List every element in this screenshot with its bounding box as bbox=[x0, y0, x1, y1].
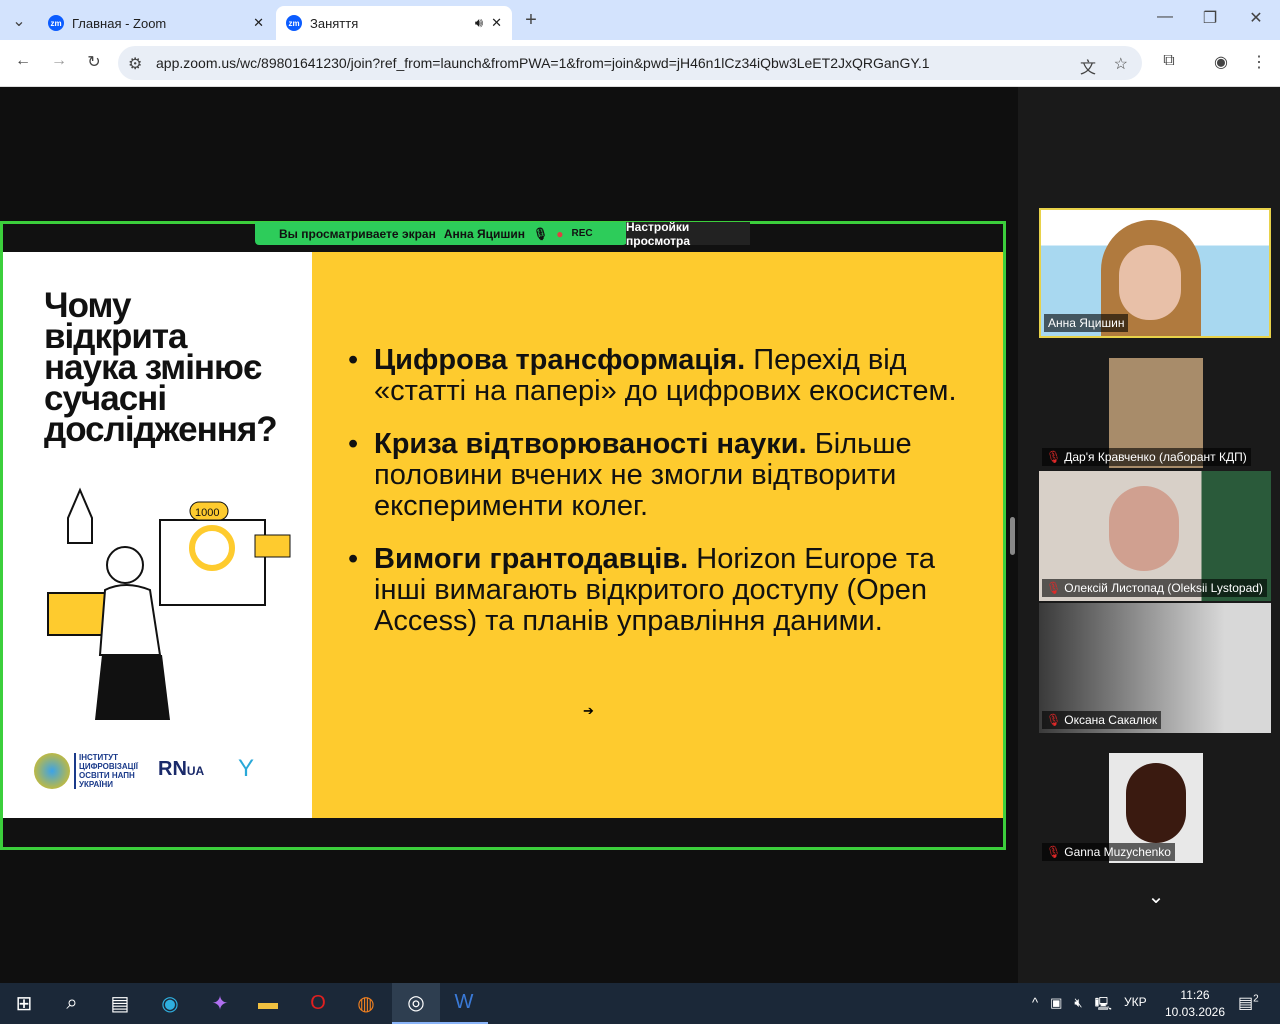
forward-button[interactable]: → bbox=[48, 52, 70, 70]
search-icon[interactable]: ⌕ bbox=[48, 983, 96, 1024]
slide-bullets: Цифрова трансформація. Перехід від «стат… bbox=[348, 345, 988, 659]
restore-button[interactable]: ❐ bbox=[1200, 8, 1220, 28]
partner-logo: Y bbox=[238, 755, 255, 782]
tab-title: Главная - Zoom bbox=[72, 15, 167, 31]
presenter-name: Анна Яцишин bbox=[443, 226, 526, 241]
name: Олексій Листопад (Oleksii Lystopad) bbox=[1064, 581, 1263, 595]
close-icon[interactable]: ✕ bbox=[253, 15, 264, 31]
bullet-bold: Цифрова трансформація. bbox=[374, 344, 746, 376]
chevron-down-icon[interactable]: ⌄ bbox=[1143, 884, 1169, 908]
volume-muted-icon[interactable]: 🔇︎ bbox=[1074, 995, 1082, 1017]
notification-count: 2 bbox=[1253, 993, 1259, 1005]
network-icon[interactable]: 🖳 bbox=[1095, 995, 1112, 1017]
copilot-icon[interactable]: ✦ bbox=[196, 983, 244, 1024]
slide-illustration: 1000 bbox=[47, 487, 291, 720]
rec-label: REC bbox=[571, 228, 593, 239]
language-indicator[interactable]: УКР bbox=[1124, 995, 1147, 1017]
new-tab-button[interactable]: + bbox=[520, 8, 542, 32]
zoom-icon: zm bbox=[48, 15, 64, 31]
bullet-bold: Криза відтворюваності науки. bbox=[374, 428, 807, 460]
tab-search-icon[interactable]: ⌄ bbox=[8, 10, 30, 32]
task-view-icon[interactable]: ▤ bbox=[96, 983, 144, 1024]
bullet-item: Цифрова трансформація. Перехід від «стат… bbox=[348, 345, 988, 407]
participant-tile[interactable]: 🎙︎ Ganna Muzychenko bbox=[1039, 735, 1271, 865]
minimize-button[interactable]: — bbox=[1155, 8, 1175, 26]
close-window-button[interactable]: ✕ bbox=[1246, 8, 1266, 28]
participant-name-label: 🎙︎ Дар'я Кравченко (лаборант КДП) bbox=[1042, 448, 1251, 466]
profile-icon[interactable]: ◉ bbox=[1210, 52, 1232, 72]
site-info-icon[interactable]: ⚙ bbox=[128, 54, 142, 74]
back-button[interactable]: ← bbox=[12, 52, 34, 70]
panel-resize-handle[interactable] bbox=[1010, 517, 1015, 555]
name: Ganna Muzychenko bbox=[1064, 845, 1171, 859]
windows-start-icon[interactable]: ⊞ bbox=[0, 983, 48, 1024]
tab-zanyattya[interactable]: zm Заняття 🔊︎ ✕ bbox=[276, 6, 512, 40]
mic-muted-icon: 🎙︎ bbox=[1046, 581, 1062, 595]
rnua-logo: RNUA bbox=[158, 758, 205, 780]
institute-logo: ІНСТИТУТ ЦИФРОВІЗАЦІЇ ОСВІТИ НАПН УКРАЇН… bbox=[34, 752, 144, 790]
participant-tile[interactable]: 🎙︎ Дар'я Кравченко (лаборант КДП) bbox=[1039, 340, 1271, 470]
speaker-icon[interactable]: 🔊︎ bbox=[475, 15, 483, 31]
share-banner: Вы просматриваете экран Анна Яцишин 🎙︎ ●… bbox=[255, 222, 627, 245]
notifications-icon[interactable]: ▤2 bbox=[1238, 993, 1259, 1013]
participant-name-label: 🎙︎ Олексій Листопад (Oleksii Lystopad) bbox=[1042, 579, 1267, 597]
viewing-text: Вы просматриваете экран bbox=[279, 226, 436, 241]
file-explorer-icon[interactable]: ▬ bbox=[244, 983, 292, 1024]
title-line: дослідження? bbox=[44, 410, 278, 449]
view-settings-button[interactable]: Настройки просмотра bbox=[626, 220, 750, 248]
name: Дар'я Кравченко (лаборант КДП) bbox=[1064, 450, 1247, 464]
zoom-icon: zm bbox=[286, 15, 302, 31]
system-tray: ^ ▣ 🔇︎ 🖳 УКР bbox=[1032, 995, 1147, 1017]
participant-name-label: 🎙︎ Ganna Muzychenko bbox=[1042, 843, 1175, 861]
reload-button[interactable]: ↻ bbox=[83, 52, 105, 72]
address-bar-row: ← → ↻ ⚙ app.zoom.us/wc/89801641230/join?… bbox=[0, 40, 1280, 87]
bullet-item: Криза відтворюваності науки. Більше поло… bbox=[348, 429, 988, 522]
browser-tab-bar: ⌄ zm Главная - Zoom ✕ zm Заняття 🔊︎ ✕ + … bbox=[0, 0, 1280, 40]
name: Анна Яцишин bbox=[1048, 316, 1125, 330]
windows-taskbar: ⊞ ⌕ ▤ ◉ ✦ ▬ O ◍ ◎ W ^ ▣ 🔇︎ 🖳 УКР 11:26 1… bbox=[0, 983, 1280, 1024]
url-text: app.zoom.us/wc/89801641230/join?ref_from… bbox=[156, 55, 930, 71]
extensions-icon[interactable]: ⧉ bbox=[1158, 52, 1180, 70]
participant-tile[interactable]: 🎙︎ Олексій Листопад (Oleksii Lystopad) bbox=[1039, 471, 1271, 601]
participant-name-label: 🎙︎ Оксана Сакалюк bbox=[1042, 711, 1162, 729]
opera-icon[interactable]: O bbox=[294, 983, 342, 1024]
date: 10.03.2026 bbox=[1164, 1005, 1226, 1019]
translate-icon[interactable]: 文 bbox=[1080, 54, 1096, 78]
chrome-icon[interactable]: ◎ bbox=[392, 983, 440, 1024]
tab-zoom-home[interactable]: zm Главная - Zoom ✕ bbox=[38, 6, 274, 40]
participant-tile-active[interactable]: Анна Яцишин bbox=[1039, 208, 1271, 338]
participant-name-label: Анна Яцишин bbox=[1044, 314, 1129, 332]
firefox-icon[interactable]: ◍ bbox=[342, 983, 390, 1024]
camera-icon[interactable]: ▣ bbox=[1050, 995, 1062, 1017]
edge-icon[interactable]: ◉ bbox=[146, 983, 194, 1024]
participant-tile[interactable]: 🎙︎ Оксана Сакалюк bbox=[1039, 603, 1271, 733]
bullet-item: Вимоги грантодавців. Horizon Europe та і… bbox=[348, 544, 988, 637]
mic-muted-icon: 🎙︎ bbox=[1046, 450, 1062, 464]
bookmark-star-icon[interactable]: ☆ bbox=[1114, 54, 1128, 74]
time: 11:26 bbox=[1180, 988, 1210, 1002]
mic-muted-icon: 🎙︎ bbox=[533, 226, 549, 241]
name: Оксана Сакалюк bbox=[1064, 713, 1158, 727]
rec-dot-icon: ● bbox=[556, 226, 564, 241]
menu-icon[interactable]: ⋮ bbox=[1248, 52, 1270, 72]
url-input[interactable]: ⚙ app.zoom.us/wc/89801641230/join?ref_fr… bbox=[118, 46, 1142, 80]
chevron-up-icon[interactable]: ^ bbox=[1032, 995, 1038, 1017]
cursor-arrow-icon: ➔ bbox=[583, 703, 594, 718]
close-icon[interactable]: ✕ bbox=[491, 15, 502, 31]
mic-muted-icon: 🎙︎ bbox=[1046, 845, 1062, 859]
slide-title: Чому відкрита наука змінює сучасні дослі… bbox=[44, 288, 278, 449]
mic-muted-icon: 🎙︎ bbox=[1046, 713, 1062, 727]
clock[interactable]: 11:26 10.03.2026 bbox=[1160, 987, 1230, 1021]
views-badge: 1000 bbox=[195, 507, 219, 519]
word-icon[interactable]: W bbox=[440, 983, 488, 1024]
tab-title: Заняття bbox=[310, 15, 359, 31]
bullet-bold: Вимоги грантодавців. bbox=[374, 543, 689, 575]
